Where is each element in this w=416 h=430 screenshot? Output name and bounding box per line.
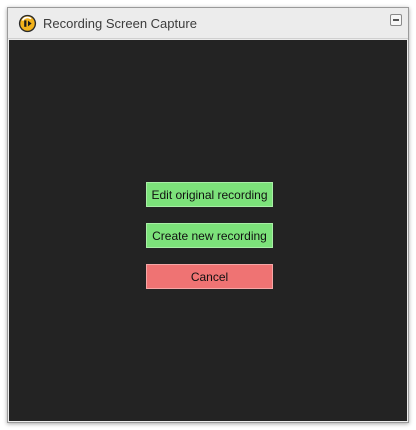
- camtasia-logo-icon: [18, 14, 37, 33]
- minimize-icon: [393, 19, 399, 21]
- window-title: Recording Screen Capture: [43, 16, 197, 31]
- minimize-button[interactable]: [390, 14, 402, 26]
- dialog-content: Edit original recording Create new recor…: [9, 40, 407, 421]
- recording-dialog-window: Recording Screen Capture Edit original r…: [7, 7, 409, 423]
- cancel-button[interactable]: Cancel: [146, 264, 273, 289]
- title-bar[interactable]: Recording Screen Capture: [8, 8, 408, 39]
- edit-original-recording-button[interactable]: Edit original recording: [146, 182, 273, 207]
- create-new-recording-button[interactable]: Create new recording: [146, 223, 273, 248]
